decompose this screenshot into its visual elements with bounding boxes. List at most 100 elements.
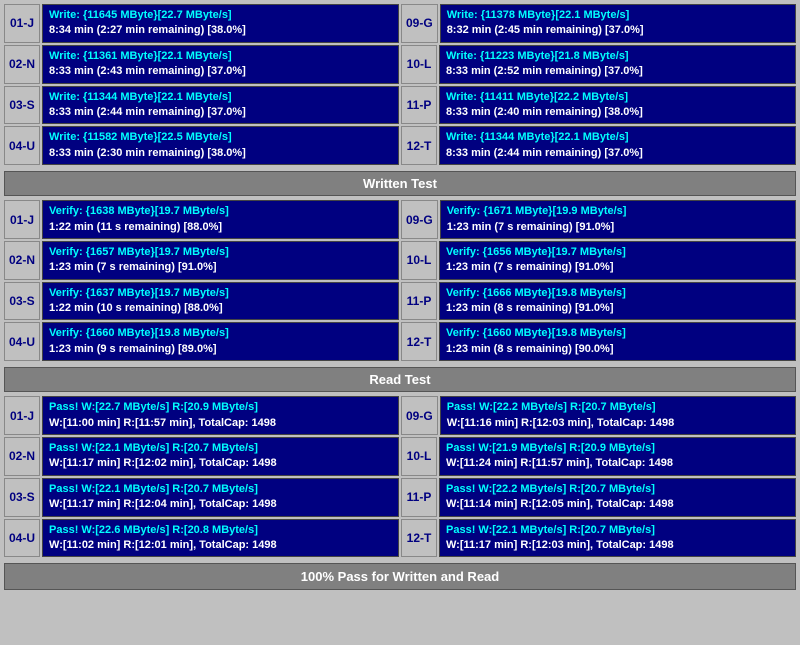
pinfo-03s: Pass! W:[22.1 MByte/s] R:[20.7 MByte/s] … (42, 478, 399, 517)
pass-row-09g: 09-G Pass! W:[22.2 MByte/s] R:[20.7 MByt… (401, 396, 796, 435)
info-03s: Write: {11344 MByte}[22.1 MByte/s] 8:33 … (42, 86, 399, 125)
vinfo-09g: Verify: {1671 MByte}[19.9 MByte/s] 1:23 … (440, 200, 796, 239)
vid-09g: 09-G (401, 200, 438, 239)
pid-09g: 09-G (401, 396, 438, 435)
vid-11p: 11-P (401, 282, 437, 321)
pid-04u: 04-U (4, 519, 40, 558)
vinfo-03s: Verify: {1637 MByte}[19.7 MByte/s] 1:22 … (42, 282, 399, 321)
pass-09g-line2: W:[11:16 min] R:[12:03 min], TotalCap: 1… (447, 416, 789, 431)
info-04u: Write: {11582 MByte}[22.5 MByte/s] 8:33 … (42, 126, 399, 165)
vid-01j: 01-J (4, 200, 40, 239)
info-12t: Write: {11344 MByte}[22.1 MByte/s] 8:33 … (439, 126, 796, 165)
verify-01j-line1: Verify: {1638 MByte}[19.7 MByte/s] (49, 204, 392, 219)
pass-04u-line2: W:[11:02 min] R:[12:01 min], TotalCap: 1… (49, 538, 392, 553)
pass-left-col: 01-J Pass! W:[22.7 MByte/s] R:[20.9 MByt… (4, 396, 399, 559)
verify-01j-line2: 1:22 min (11 s remaining) [88.0%] (49, 220, 392, 235)
main-container: 01-J Write: {11645 MByte}[22.7 MByte/s] … (0, 0, 800, 594)
pid-02n: 02-N (4, 437, 40, 476)
info-11p: Write: {11411 MByte}[22.2 MByte/s] 8:33 … (439, 86, 796, 125)
verify-02n-line1: Verify: {1657 MByte}[19.7 MByte/s] (49, 245, 392, 260)
pass-10l-line1: Pass! W:[21.9 MByte/s] R:[20.9 MByte/s] (446, 441, 789, 456)
pass-row-12t: 12-T Pass! W:[22.1 MByte/s] R:[20.7 MByt… (401, 519, 796, 558)
write-09g-line2: 8:32 min (2:45 min remaining) [37.0%] (447, 23, 789, 38)
pass-grid: 01-J Pass! W:[22.7 MByte/s] R:[20.9 MByt… (4, 396, 796, 559)
verify-row-09g: 09-G Verify: {1671 MByte}[19.9 MByte/s] … (401, 200, 796, 239)
write-row-02n: 02-N Write: {11361 MByte}[22.1 MByte/s] … (4, 45, 399, 84)
verify-10l-line1: Verify: {1656 MByte}[19.7 MByte/s] (446, 245, 789, 260)
write-row-03s: 03-S Write: {11344 MByte}[22.1 MByte/s] … (4, 86, 399, 125)
vinfo-04u: Verify: {1660 MByte}[19.8 MByte/s] 1:23 … (42, 322, 399, 361)
write-12t-line1: Write: {11344 MByte}[22.1 MByte/s] (446, 130, 789, 145)
verify-row-04u: 04-U Verify: {1660 MByte}[19.8 MByte/s] … (4, 322, 399, 361)
write-01j-line2: 8:34 min (2:27 min remaining) [38.0%] (49, 23, 392, 38)
vinfo-11p: Verify: {1666 MByte}[19.8 MByte/s] 1:23 … (439, 282, 796, 321)
pass-04u-line1: Pass! W:[22.6 MByte/s] R:[20.8 MByte/s] (49, 523, 392, 538)
pass-09g-line1: Pass! W:[22.2 MByte/s] R:[20.7 MByte/s] (447, 400, 789, 415)
write-11p-line1: Write: {11411 MByte}[22.2 MByte/s] (446, 90, 789, 105)
pinfo-01j: Pass! W:[22.7 MByte/s] R:[20.9 MByte/s] … (42, 396, 399, 435)
verify-row-10l: 10-L Verify: {1656 MByte}[19.7 MByte/s] … (401, 241, 796, 280)
pass-12t-line1: Pass! W:[22.1 MByte/s] R:[20.7 MByte/s] (446, 523, 789, 538)
pass-section: 01-J Pass! W:[22.7 MByte/s] R:[20.9 MByt… (4, 396, 796, 559)
verify-row-11p: 11-P Verify: {1666 MByte}[19.8 MByte/s] … (401, 282, 796, 321)
write-04u-line2: 8:33 min (2:30 min remaining) [38.0%] (49, 146, 392, 161)
verify-09g-line1: Verify: {1671 MByte}[19.9 MByte/s] (447, 204, 789, 219)
verify-section: 01-J Verify: {1638 MByte}[19.7 MByte/s] … (4, 200, 796, 363)
id-11p: 11-P (401, 86, 437, 125)
vid-10l: 10-L (401, 241, 437, 280)
pid-03s: 03-S (4, 478, 40, 517)
write-row-09g: 09-G Write: {11378 MByte}[22.1 MByte/s] … (401, 4, 796, 43)
pass-03s-line1: Pass! W:[22.1 MByte/s] R:[20.7 MByte/s] (49, 482, 392, 497)
id-12t: 12-T (401, 126, 437, 165)
pass-row-11p: 11-P Pass! W:[22.2 MByte/s] R:[20.7 MByt… (401, 478, 796, 517)
vid-12t: 12-T (401, 322, 437, 361)
verify-left-col: 01-J Verify: {1638 MByte}[19.7 MByte/s] … (4, 200, 399, 363)
footer-status: 100% Pass for Written and Read (4, 563, 796, 590)
vinfo-01j: Verify: {1638 MByte}[19.7 MByte/s] 1:22 … (42, 200, 399, 239)
id-01j: 01-J (4, 4, 40, 43)
pass-row-03s: 03-S Pass! W:[22.1 MByte/s] R:[20.7 MByt… (4, 478, 399, 517)
write-left-col: 01-J Write: {11645 MByte}[22.7 MByte/s] … (4, 4, 399, 167)
pass-row-02n: 02-N Pass! W:[22.1 MByte/s] R:[20.7 MByt… (4, 437, 399, 476)
verify-10l-line2: 1:23 min (7 s remaining) [91.0%] (446, 260, 789, 275)
pid-11p: 11-P (401, 478, 437, 517)
id-03s: 03-S (4, 86, 40, 125)
verify-09g-line2: 1:23 min (7 s remaining) [91.0%] (447, 220, 789, 235)
pass-01j-line2: W:[11:00 min] R:[11:57 min], TotalCap: 1… (49, 416, 392, 431)
write-right-col: 09-G Write: {11378 MByte}[22.1 MByte/s] … (401, 4, 796, 167)
pass-12t-line2: W:[11:17 min] R:[12:03 min], TotalCap: 1… (446, 538, 789, 553)
id-04u: 04-U (4, 126, 40, 165)
info-01j: Write: {11645 MByte}[22.7 MByte/s] 8:34 … (42, 4, 399, 43)
pid-10l: 10-L (401, 437, 437, 476)
verify-11p-line2: 1:23 min (8 s remaining) [91.0%] (446, 301, 789, 316)
write-11p-line2: 8:33 min (2:40 min remaining) [38.0%] (446, 105, 789, 120)
pinfo-12t: Pass! W:[22.1 MByte/s] R:[20.7 MByte/s] … (439, 519, 796, 558)
pass-row-04u: 04-U Pass! W:[22.6 MByte/s] R:[20.8 MByt… (4, 519, 399, 558)
write-01j-line1: Write: {11645 MByte}[22.7 MByte/s] (49, 8, 392, 23)
write-03s-line1: Write: {11344 MByte}[22.1 MByte/s] (49, 90, 392, 105)
write-09g-line1: Write: {11378 MByte}[22.1 MByte/s] (447, 8, 789, 23)
pass-right-col: 09-G Pass! W:[22.2 MByte/s] R:[20.7 MByt… (401, 396, 796, 559)
pid-12t: 12-T (401, 519, 437, 558)
pinfo-04u: Pass! W:[22.6 MByte/s] R:[20.8 MByte/s] … (42, 519, 399, 558)
pass-01j-line1: Pass! W:[22.7 MByte/s] R:[20.9 MByte/s] (49, 400, 392, 415)
verify-02n-line2: 1:23 min (7 s remaining) [91.0%] (49, 260, 392, 275)
pass-row-10l: 10-L Pass! W:[21.9 MByte/s] R:[20.9 MByt… (401, 437, 796, 476)
pass-02n-line2: W:[11:17 min] R:[12:02 min], TotalCap: 1… (49, 456, 392, 471)
verify-12t-line2: 1:23 min (8 s remaining) [90.0%] (446, 342, 789, 357)
read-test-header: Read Test (4, 367, 796, 392)
write-grid: 01-J Write: {11645 MByte}[22.7 MByte/s] … (4, 4, 796, 167)
verify-03s-line2: 1:22 min (10 s remaining) [88.0%] (49, 301, 392, 316)
pinfo-09g: Pass! W:[22.2 MByte/s] R:[20.7 MByte/s] … (440, 396, 796, 435)
pass-02n-line1: Pass! W:[22.1 MByte/s] R:[20.7 MByte/s] (49, 441, 392, 456)
written-test-header: Written Test (4, 171, 796, 196)
verify-row-12t: 12-T Verify: {1660 MByte}[19.8 MByte/s] … (401, 322, 796, 361)
write-row-12t: 12-T Write: {11344 MByte}[22.1 MByte/s] … (401, 126, 796, 165)
verify-right-col: 09-G Verify: {1671 MByte}[19.9 MByte/s] … (401, 200, 796, 363)
write-02n-line1: Write: {11361 MByte}[22.1 MByte/s] (49, 49, 392, 64)
verify-row-02n: 02-N Verify: {1657 MByte}[19.7 MByte/s] … (4, 241, 399, 280)
write-row-11p: 11-P Write: {11411 MByte}[22.2 MByte/s] … (401, 86, 796, 125)
id-02n: 02-N (4, 45, 40, 84)
write-row-04u: 04-U Write: {11582 MByte}[22.5 MByte/s] … (4, 126, 399, 165)
verify-row-03s: 03-S Verify: {1637 MByte}[19.7 MByte/s] … (4, 282, 399, 321)
